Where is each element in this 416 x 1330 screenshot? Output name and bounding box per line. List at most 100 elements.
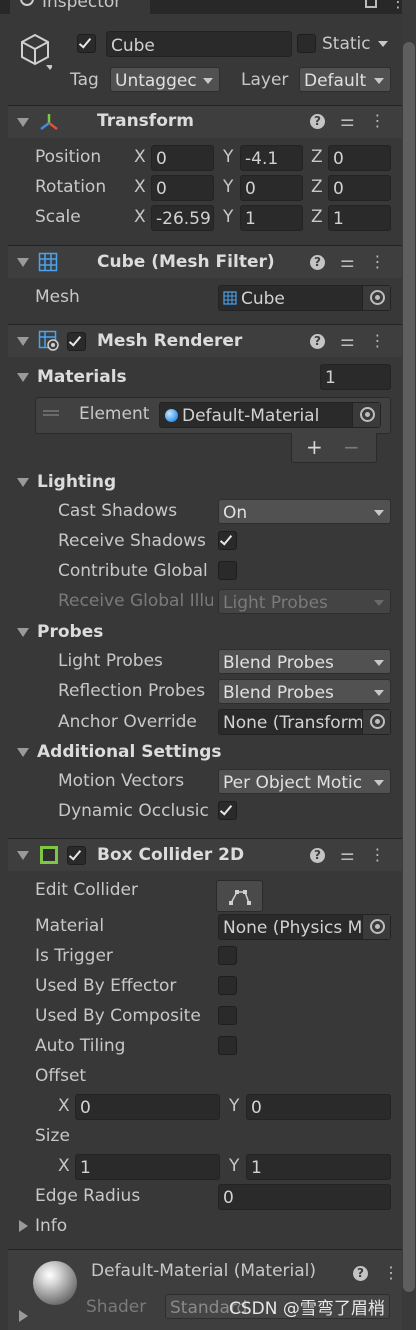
position-y-axis[interactable]: Y (223, 149, 233, 166)
position-x-field[interactable]: 0 (151, 145, 214, 171)
size-x-axis[interactable]: X (58, 1158, 70, 1175)
size-x-field[interactable]: 1 (75, 1154, 220, 1180)
context-menu-icon[interactable]: ⋮ (370, 111, 386, 130)
lighting-foldout-icon[interactable] (17, 478, 29, 487)
help-icon[interactable]: ? (310, 848, 325, 863)
object-picker-icon (370, 290, 385, 305)
transform-foldout-icon[interactable] (17, 118, 29, 127)
rotation-y-axis[interactable]: Y (223, 179, 233, 196)
element-picker-button[interactable] (352, 403, 380, 427)
lock-icon[interactable] (365, 0, 377, 8)
rotation-x-axis[interactable]: X (134, 179, 146, 196)
cast-shadows-dropdown[interactable]: On (218, 499, 391, 524)
offset-y-axis[interactable]: Y (229, 1098, 239, 1115)
info-label[interactable]: Info (35, 1218, 67, 1235)
add-element-button[interactable]: + (306, 437, 323, 457)
position-x-axis[interactable]: X (134, 149, 146, 166)
offset-y-field[interactable]: 0 (246, 1094, 391, 1120)
static-dropdown-caret[interactable] (378, 41, 388, 47)
size-y-field[interactable]: 1 (246, 1154, 391, 1180)
element-material-field[interactable]: Default-Material (159, 402, 381, 428)
material-preview-sphere[interactable] (33, 1261, 77, 1305)
mesh-renderer-foldout-icon[interactable] (17, 337, 29, 346)
presets-icon[interactable]: ⚌ (340, 111, 354, 130)
edit-collider-button[interactable] (216, 880, 263, 912)
reflection-probes-dropdown[interactable]: Blend Probes (218, 679, 391, 704)
materials-count-field[interactable]: 1 (320, 364, 391, 390)
info-foldout-icon[interactable] (19, 1220, 28, 1232)
static-checkbox[interactable] (297, 34, 316, 53)
used-by-effector-checkbox[interactable] (218, 976, 237, 995)
scale-x-axis[interactable]: X (134, 209, 146, 226)
help-icon[interactable]: ? (310, 114, 325, 129)
layer-value: Default (304, 71, 367, 91)
context-menu-icon[interactable]: ⋮ (370, 331, 386, 350)
anchor-picker-button[interactable] (362, 710, 390, 734)
receive-shadows-checkbox[interactable] (218, 531, 237, 550)
presets-icon[interactable]: ⚌ (340, 252, 354, 271)
material-foldout-icon[interactable] (19, 1310, 28, 1322)
layer-dropdown[interactable]: Default (299, 67, 391, 92)
light-probes-dropdown[interactable]: Blend Probes (218, 649, 391, 674)
rotation-y-field[interactable]: 0 (240, 175, 303, 201)
mesh-renderer-enabled-checkbox[interactable] (67, 332, 86, 351)
collider-material-picker-button[interactable] (362, 915, 390, 939)
context-menu-icon[interactable]: ⋮ (370, 252, 386, 271)
scrollbar-thumb[interactable] (403, 42, 415, 1292)
additional-settings-foldout-icon[interactable] (17, 748, 29, 757)
active-checkbox[interactable] (77, 34, 96, 53)
rotation-x-field[interactable]: 0 (151, 175, 214, 201)
object-name-field[interactable]: Cube (106, 31, 292, 57)
size-y-value: 1 (251, 1158, 262, 1178)
position-z-field[interactable]: 0 (328, 145, 391, 171)
is-trigger-checkbox[interactable] (218, 946, 237, 965)
material-sphere-icon (165, 409, 178, 422)
cast-shadows-label: Cast Shadows (58, 501, 178, 521)
layer-label: Layer (241, 70, 289, 90)
box-collider-enabled-checkbox[interactable] (67, 846, 86, 865)
tag-dropdown[interactable]: Untaggec (110, 67, 220, 92)
position-z-axis[interactable]: Z (311, 149, 323, 166)
reflection-probes-label: Reflection Probes (58, 681, 206, 701)
context-menu-icon[interactable]: ⋮ (370, 845, 386, 864)
static-label[interactable]: Static (322, 36, 371, 53)
probes-foldout-icon[interactable] (17, 628, 29, 637)
position-z-value: 0 (333, 149, 344, 169)
mesh-filter-foldout-icon[interactable] (17, 258, 29, 267)
dynamic-occlusion-checkbox[interactable] (218, 801, 237, 820)
scale-y-field[interactable]: 1 (240, 205, 303, 231)
dynamic-occlusion-label: Dynamic Occlusic (58, 801, 209, 821)
drag-handle-icon[interactable] (43, 410, 59, 416)
remove-element-button[interactable]: − (343, 437, 360, 457)
help-icon[interactable]: ? (310, 255, 325, 270)
edge-radius-field[interactable]: 0 (218, 1184, 391, 1210)
presets-icon[interactable]: ⚌ (340, 845, 354, 864)
size-y-axis[interactable]: Y (229, 1158, 239, 1175)
offset-x-field[interactable]: 0 (75, 1094, 220, 1120)
scale-x-field[interactable]: -26.59 (151, 205, 214, 231)
auto-tiling-checkbox[interactable] (218, 1036, 237, 1055)
used-by-composite-checkbox[interactable] (218, 1006, 237, 1025)
offset-x-axis[interactable]: X (58, 1098, 70, 1115)
position-y-field[interactable]: -4.1 (240, 145, 303, 171)
dropdown-caret-icon (374, 780, 384, 786)
scale-z-field[interactable]: 1 (328, 205, 391, 231)
watermark: CSDN @雪弯了眉梢 (229, 1299, 385, 1319)
box-collider-foldout-icon[interactable] (17, 851, 29, 860)
rotation-z-axis[interactable]: Z (311, 179, 323, 196)
transform-header-icons: ? ⚌ ⋮ (310, 111, 386, 130)
contribute-gi-checkbox[interactable] (218, 561, 237, 580)
context-menu-icon[interactable]: ⋮ (383, 1263, 399, 1282)
rotation-z-field[interactable]: 0 (328, 175, 391, 201)
scale-z-axis[interactable]: Z (311, 209, 323, 226)
help-icon[interactable]: ? (310, 334, 325, 349)
mesh-picker-button[interactable] (362, 286, 390, 310)
presets-icon[interactable]: ⚌ (340, 331, 354, 350)
scale-y-axis[interactable]: Y (223, 209, 233, 226)
element-label: Element (79, 404, 150, 424)
help-icon[interactable]: ? (353, 1266, 368, 1281)
tab-inspector[interactable]: Inspector (10, 0, 150, 16)
cube-object-icon[interactable] (18, 32, 54, 70)
motion-vectors-dropdown[interactable]: Per Object Motic (218, 769, 391, 794)
materials-foldout-icon[interactable] (17, 373, 29, 382)
